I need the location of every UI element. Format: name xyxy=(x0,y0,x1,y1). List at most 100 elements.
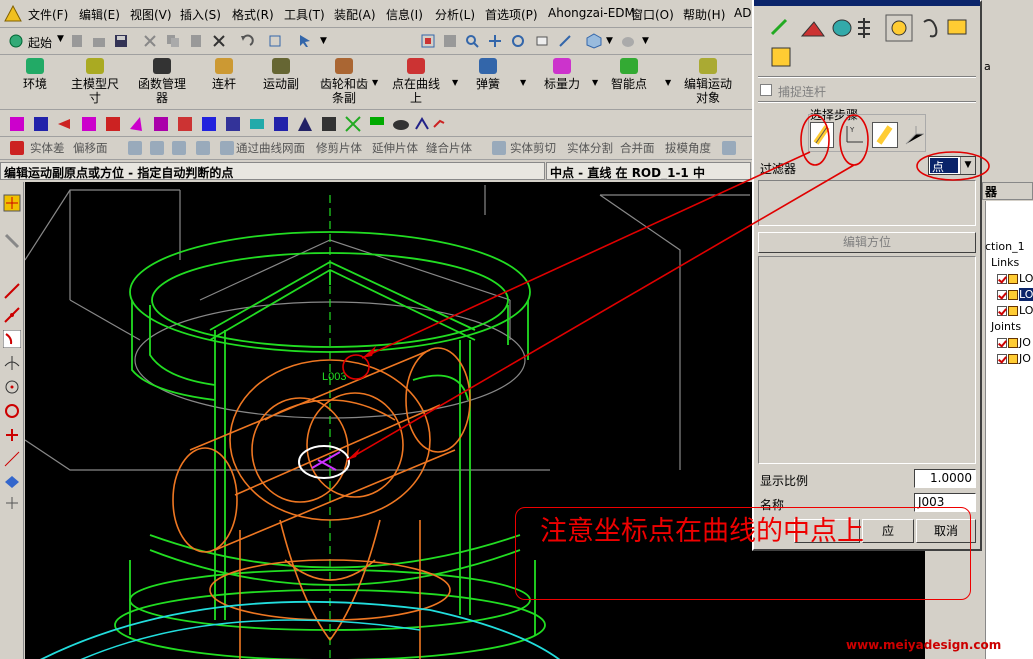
menu-window[interactable]: 窗口(O) xyxy=(631,6,674,23)
point-on-curve-snap-icon[interactable] xyxy=(3,330,21,348)
toolbar-button-3[interactable]: 连杆 xyxy=(204,58,244,91)
toolbar-button-0[interactable]: 环境 xyxy=(12,58,58,91)
filter-dropdown-arrow-icon[interactable]: ▼ xyxy=(960,157,975,174)
zoom-icon[interactable] xyxy=(465,34,479,48)
tree-node[interactable]: JO xyxy=(997,352,1031,365)
toolbar-button-5[interactable]: 齿轮和齿 条副 xyxy=(314,58,374,105)
feature-tool-1[interactable]: 偏移面 xyxy=(73,140,108,156)
repeat-icon[interactable] xyxy=(268,34,282,48)
toolbar-dropdown-arrow-icon[interactable]: ▼ xyxy=(452,78,458,87)
snap-view-icon[interactable] xyxy=(558,34,572,48)
selection-list[interactable] xyxy=(758,180,976,226)
feature-tool-icon[interactable] xyxy=(128,141,142,155)
feature-tool-5[interactable]: 缝合片体 xyxy=(426,140,472,156)
tree-node[interactable]: LO xyxy=(997,288,1033,301)
delete-icon[interactable] xyxy=(212,34,226,48)
feature-tool-2[interactable]: 通过曲线网面 xyxy=(236,140,305,156)
feature-tool-icon[interactable] xyxy=(10,141,24,155)
feature-tool-4[interactable]: 延伸片体 xyxy=(372,140,418,156)
new-file-icon[interactable] xyxy=(70,34,84,48)
render-style-icon[interactable] xyxy=(620,33,636,49)
copy-icon[interactable] xyxy=(166,34,180,48)
menu-format[interactable]: 格式(R) xyxy=(232,6,274,23)
toolbar-dropdown-arrow-icon[interactable]: ▼ xyxy=(372,78,378,87)
edit-orientation-button[interactable]: 编辑方位 xyxy=(758,232,976,253)
feature-tool-0[interactable]: 实体差 xyxy=(30,140,65,156)
step-orientation-button[interactable] xyxy=(872,122,898,148)
tree-node[interactable]: ction_1 xyxy=(985,240,1025,253)
intersection-icon[interactable] xyxy=(3,354,21,372)
selection-filter-icon[interactable] xyxy=(298,34,312,48)
snap-point-enable-icon[interactable] xyxy=(3,194,21,212)
menu-tools[interactable]: 工具(T) xyxy=(284,6,325,23)
feature-tool-7[interactable]: 实体分割 xyxy=(567,140,613,156)
snap-settings-icon[interactable] xyxy=(3,232,21,250)
open-file-icon[interactable] xyxy=(92,34,106,48)
tree-node-checkbox[interactable] xyxy=(997,306,1007,316)
perspective-icon[interactable] xyxy=(535,34,549,48)
menu-ad[interactable]: AD xyxy=(734,6,751,20)
feature-tool-6[interactable]: 实体剪切 xyxy=(510,140,556,156)
feature-tool-3[interactable]: 修剪片体 xyxy=(316,140,362,156)
point-constructor-icon[interactable] xyxy=(3,494,21,512)
save-icon[interactable] xyxy=(114,34,128,48)
tree-node[interactable]: Joints xyxy=(991,320,1021,333)
quadrant-point-icon[interactable] xyxy=(3,402,21,420)
zoom-window-icon[interactable] xyxy=(443,34,457,48)
tree-node[interactable]: LO xyxy=(997,304,1033,317)
scale-input[interactable]: 1.0000 xyxy=(914,469,976,488)
feature-tool-9[interactable]: 拔模角度 xyxy=(665,140,711,156)
tree-node-checkbox[interactable] xyxy=(997,338,1007,348)
menu-info[interactable]: 信息(I) xyxy=(386,6,423,23)
arc-center-icon[interactable] xyxy=(3,378,21,396)
menu-analysis[interactable]: 分析(L) xyxy=(435,6,475,23)
toolbar-button-7[interactable]: 弹簧 xyxy=(470,58,506,91)
rotate-icon[interactable] xyxy=(511,34,525,48)
feature-tool-icon[interactable] xyxy=(172,141,186,155)
render-style-dropdown-icon[interactable]: ▼ xyxy=(642,36,649,46)
toolbar-button-10[interactable]: 编辑运动 对象 xyxy=(678,58,738,105)
step-select-link-button[interactable] xyxy=(810,122,834,148)
existing-point-icon[interactable] xyxy=(3,426,21,444)
menu-view[interactable]: 视图(V) xyxy=(130,6,172,23)
step-axis-button[interactable] xyxy=(902,122,926,148)
curve-tools-icon-strip[interactable] xyxy=(6,115,446,133)
menu-file[interactable]: 文件(F) xyxy=(28,6,68,23)
toolbar-button-6[interactable]: 点在曲线 上 xyxy=(386,58,446,105)
toolbar-dropdown-arrow-icon[interactable]: ▼ xyxy=(592,78,598,87)
paste-icon[interactable] xyxy=(189,34,203,48)
orient-view-dropdown-icon[interactable]: ▼ xyxy=(606,36,613,46)
feature-tool-icon[interactable] xyxy=(196,141,210,155)
pan-icon[interactable] xyxy=(488,34,502,48)
menu-preferences[interactable]: 首选项(P) xyxy=(485,6,538,23)
feature-tool-8[interactable]: 合并面 xyxy=(620,140,655,156)
tree-node-checkbox[interactable] xyxy=(997,354,1007,364)
point-on-surface-icon[interactable] xyxy=(3,472,21,490)
start-dropdown-icon[interactable]: ▼ xyxy=(57,34,64,44)
start-button[interactable]: 起始 xyxy=(28,34,52,51)
toolbar-dropdown-arrow-icon[interactable]: ▼ xyxy=(520,78,526,87)
tree-node-checkbox[interactable] xyxy=(997,290,1007,300)
tree-node-checkbox[interactable] xyxy=(997,274,1007,284)
toolbar-button-2[interactable]: 函数管理 器 xyxy=(132,58,192,105)
mid-point-icon[interactable] xyxy=(3,306,21,324)
menu-assembly[interactable]: 装配(A) xyxy=(334,6,376,23)
step-origin-button[interactable]: Y xyxy=(841,122,867,148)
menu-help[interactable]: 帮助(H) xyxy=(683,6,725,23)
selection-dropdown-icon[interactable]: ▼ xyxy=(320,36,327,46)
tree-node[interactable]: LO xyxy=(997,272,1033,285)
tree-node[interactable]: JO xyxy=(997,336,1031,349)
toolbar-button-9[interactable]: 智能点 xyxy=(607,58,651,91)
toolbar-dropdown-arrow-icon[interactable]: ▼ xyxy=(665,78,671,87)
end-point-icon[interactable] xyxy=(3,282,21,300)
toolbar-button-1[interactable]: 主模型尺 寸 xyxy=(64,58,126,105)
feature-tool-icon[interactable] xyxy=(722,141,736,155)
feature-tool-icon[interactable] xyxy=(492,141,506,155)
point-on-face-icon[interactable] xyxy=(3,450,21,468)
fit-view-icon[interactable] xyxy=(421,34,435,48)
tree-node[interactable]: Links xyxy=(991,256,1019,269)
capture-link-checkbox[interactable] xyxy=(760,84,772,96)
joint-type-icon-grid[interactable] xyxy=(766,14,971,74)
feature-tool-icon[interactable] xyxy=(220,141,234,155)
orient-view-icon[interactable] xyxy=(586,33,602,49)
